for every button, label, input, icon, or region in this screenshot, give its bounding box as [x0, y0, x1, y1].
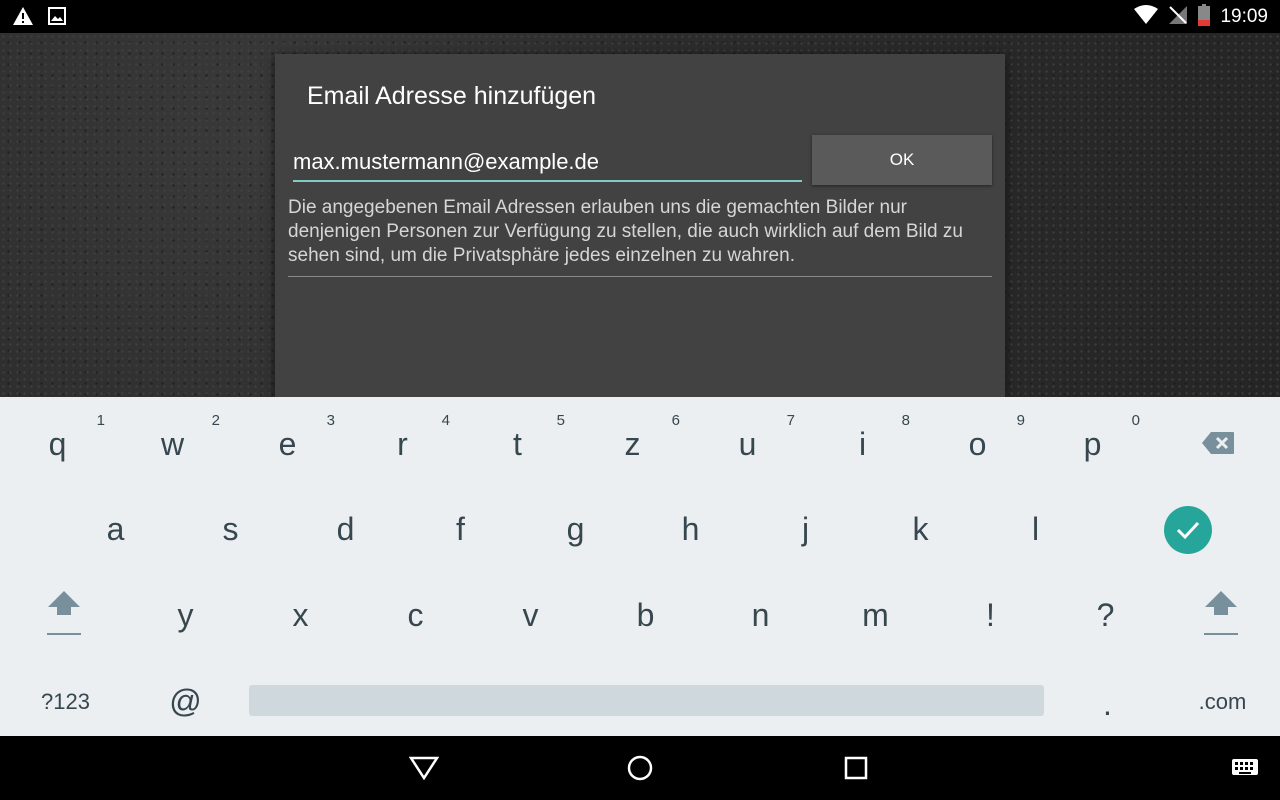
- divider: [288, 276, 992, 277]
- key-label: i: [858, 426, 867, 462]
- key-p[interactable]: p0: [1035, 402, 1150, 487]
- spacebar[interactable]: [249, 685, 1044, 716]
- key-q[interactable]: q1: [0, 402, 115, 487]
- key-m[interactable]: m: [818, 573, 933, 658]
- image-notification-icon: [48, 7, 66, 29]
- home-icon[interactable]: [624, 752, 656, 784]
- soft-keyboard: q1 w2 e3 r4 t5 z6 u7 i8 o9 p0 a s d f g …: [0, 397, 1280, 736]
- key-label: t: [513, 426, 522, 462]
- shift-icon: [1201, 587, 1241, 645]
- key-t[interactable]: t5: [460, 402, 575, 487]
- key-k[interactable]: k: [863, 487, 978, 572]
- key-i[interactable]: i8: [805, 402, 920, 487]
- key-w[interactable]: w2: [115, 402, 230, 487]
- key-hint: 1: [96, 412, 105, 429]
- shift-icon: [44, 587, 84, 645]
- key-u[interactable]: u7: [690, 402, 805, 487]
- shift-key-right[interactable]: [1163, 573, 1278, 658]
- key-dotcom[interactable]: .com: [1165, 659, 1280, 744]
- key-label: u: [738, 426, 757, 462]
- key-c[interactable]: c: [358, 573, 473, 658]
- key-d[interactable]: d: [288, 487, 403, 572]
- key-hint: 5: [556, 412, 565, 429]
- key-o[interactable]: o9: [920, 402, 1035, 487]
- key-n[interactable]: n: [703, 573, 818, 658]
- key-hint: 9: [1016, 412, 1025, 429]
- key-at[interactable]: @: [128, 659, 243, 744]
- key-label: r: [397, 426, 408, 462]
- key-hint: 7: [786, 412, 795, 429]
- status-bar: 19:09: [0, 0, 1280, 33]
- check-icon: [1163, 505, 1212, 554]
- key-label: q: [48, 426, 67, 462]
- battery-low-icon: [1198, 4, 1211, 30]
- keyboard-icon[interactable]: [1229, 752, 1261, 784]
- symbols-key[interactable]: ?123: [8, 659, 123, 744]
- key-label: z: [624, 426, 641, 462]
- key-h[interactable]: h: [633, 487, 748, 572]
- key-hint: 6: [671, 412, 680, 429]
- key-y[interactable]: y: [128, 573, 243, 658]
- dialog-description: Die angegebenen Email Adressen erlauben …: [288, 197, 963, 266]
- warning-icon: [12, 6, 34, 30]
- key-v[interactable]: v: [473, 573, 588, 658]
- ok-button[interactable]: OK: [812, 135, 992, 185]
- dialog-title: Email Adresse hinzufügen: [307, 82, 597, 110]
- key-e[interactable]: e3: [230, 402, 345, 487]
- key-hint: 2: [211, 412, 220, 429]
- add-email-dialog: Email Adresse hinzufügen OK Die angegebe…: [275, 54, 1005, 397]
- key-hint: 3: [326, 412, 335, 429]
- navigation-bar: [0, 736, 1280, 800]
- enter-key[interactable]: [1130, 487, 1245, 572]
- clock: 19:09: [1220, 6, 1268, 27]
- key-label: w: [160, 426, 185, 462]
- key-b[interactable]: b: [588, 573, 703, 658]
- key-a[interactable]: a: [58, 487, 173, 572]
- key-l[interactable]: l: [978, 487, 1093, 572]
- key-label: e: [278, 426, 297, 462]
- no-signal-icon: [1168, 5, 1188, 29]
- wifi-icon: [1134, 5, 1159, 29]
- key-question[interactable]: ?: [1048, 573, 1163, 658]
- key-s[interactable]: s: [173, 487, 288, 572]
- key-g[interactable]: g: [518, 487, 633, 572]
- key-r[interactable]: r4: [345, 402, 460, 487]
- key-hint: 4: [441, 412, 450, 429]
- backspace-icon: [1201, 426, 1235, 463]
- shift-key-left[interactable]: [6, 573, 121, 658]
- key-hint: 8: [901, 412, 910, 429]
- email-input[interactable]: [293, 144, 802, 182]
- key-label: o: [968, 426, 987, 462]
- key-j[interactable]: j: [748, 487, 863, 572]
- key-f[interactable]: f: [403, 487, 518, 572]
- key-hint: 0: [1131, 412, 1140, 429]
- key-z[interactable]: z6: [575, 402, 690, 487]
- back-icon[interactable]: [408, 752, 440, 784]
- recents-icon[interactable]: [840, 752, 872, 784]
- key-label: p: [1083, 426, 1102, 462]
- key-exclamation[interactable]: !: [933, 573, 1048, 658]
- key-period[interactable]: .: [1050, 662, 1165, 747]
- backspace-key[interactable]: [1160, 402, 1275, 487]
- key-x[interactable]: x: [243, 573, 358, 658]
